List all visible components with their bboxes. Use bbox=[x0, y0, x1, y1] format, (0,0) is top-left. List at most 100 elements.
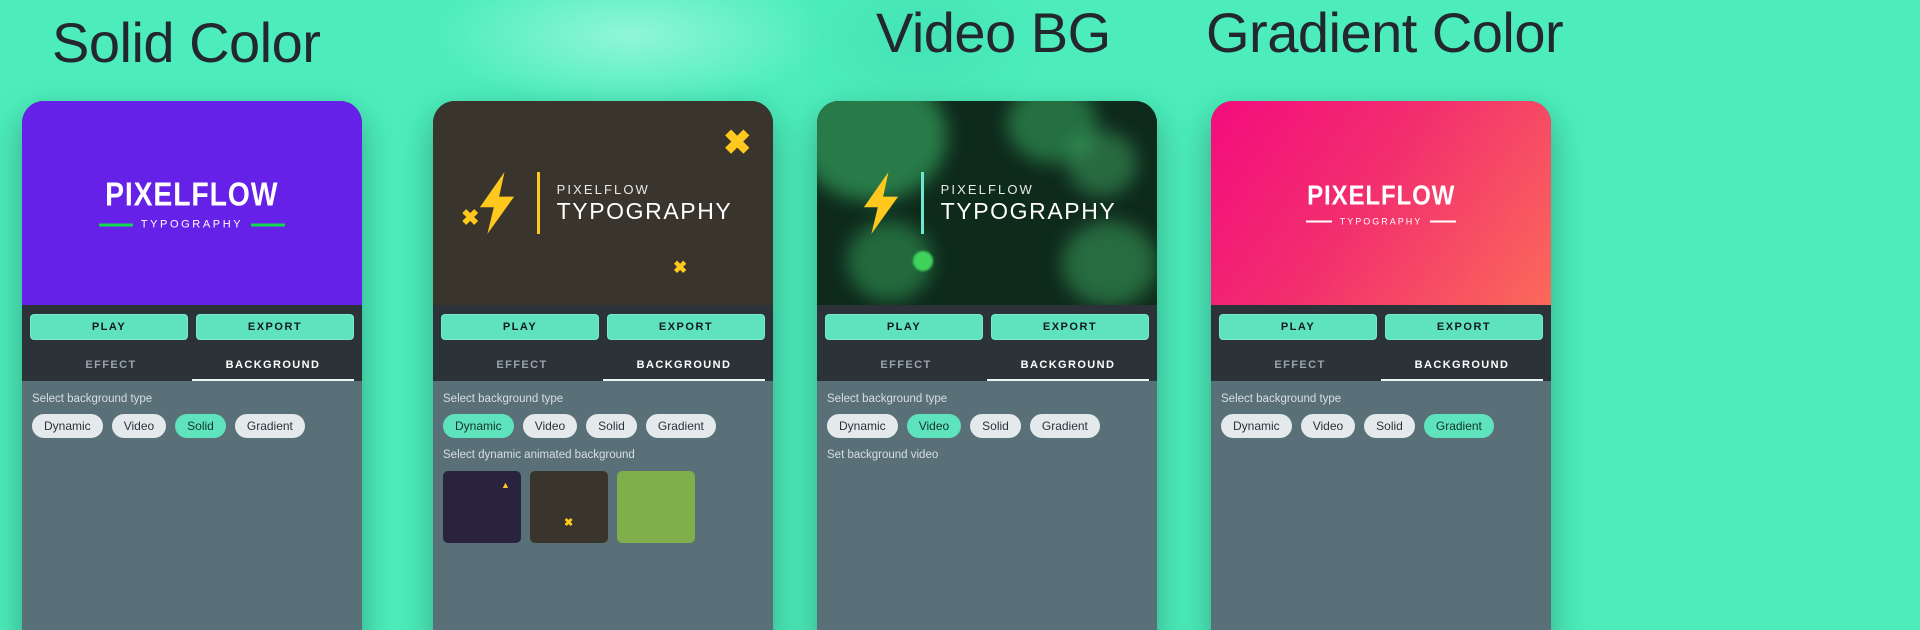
logo-rule-left bbox=[98, 223, 133, 226]
logo-pixelflow: PIXELFLOW TYPOGRAPHY bbox=[1211, 180, 1551, 227]
logo-divider-bar bbox=[920, 172, 924, 234]
background-panel: Select background type Dynamic Video Sol… bbox=[22, 381, 362, 630]
panel-label: Select background type bbox=[443, 393, 564, 405]
chip-gradient[interactable]: Gradient bbox=[1029, 414, 1100, 438]
phone-mockup-video: PIXELFLOW TYPOGRAPHY PLAY EXPORT EFFECT … bbox=[817, 101, 1157, 630]
chip-solid[interactable]: Solid bbox=[175, 414, 226, 438]
sparkle-icon: ✖ bbox=[564, 517, 574, 529]
phone-mockup-solid: PIXELFLOW TYPOGRAPHY PLAY EXPORT EFFECT … bbox=[22, 101, 362, 630]
background-type-chips: Dynamic Video Solid Gradient bbox=[443, 414, 763, 438]
background-type-chips: Dynamic Video Solid Gradient bbox=[32, 414, 352, 438]
logo-subrow: TYPOGRAPHY bbox=[1211, 217, 1551, 227]
sparkle-icon-bottom: ✖ bbox=[673, 258, 688, 277]
logo-text: PIXELFLOW TYPOGRAPHY bbox=[940, 181, 1117, 225]
export-button[interactable]: EXPORT bbox=[607, 314, 765, 340]
logo-pixelflow: PIXELFLOW TYPOGRAPHY bbox=[22, 176, 362, 231]
logo-word: PIXELFLOW bbox=[1306, 179, 1456, 211]
chip-dynamic[interactable]: Dynamic bbox=[827, 414, 898, 438]
preview-canvas-video: PIXELFLOW TYPOGRAPHY bbox=[817, 101, 1157, 305]
lightning-bolt-icon bbox=[863, 172, 898, 234]
chip-dynamic[interactable]: Dynamic bbox=[443, 414, 514, 438]
panel-label: Select background type bbox=[827, 393, 948, 405]
background-type-chips: Dynamic Video Solid Gradient bbox=[1221, 414, 1541, 438]
chip-video[interactable]: Video bbox=[522, 414, 578, 438]
chip-gradient[interactable]: Gradient bbox=[234, 414, 305, 438]
logo-rule-right bbox=[251, 223, 286, 226]
export-button[interactable]: EXPORT bbox=[991, 314, 1149, 340]
tab-effect[interactable]: EFFECT bbox=[30, 350, 192, 381]
tab-effect[interactable]: EFFECT bbox=[441, 350, 603, 381]
tab-background[interactable]: BACKGROUND bbox=[987, 350, 1149, 381]
header-gradient-color: Gradient Color bbox=[1206, 1, 1564, 64]
logo-line1: PIXELFLOW bbox=[556, 181, 650, 197]
logo-line2: TYPOGRAPHY bbox=[556, 198, 733, 225]
chip-solid[interactable]: Solid bbox=[586, 414, 637, 438]
tab-effect[interactable]: EFFECT bbox=[1219, 350, 1381, 381]
panel-label: Select background type bbox=[1221, 393, 1342, 405]
play-button[interactable]: PLAY bbox=[441, 314, 599, 340]
logo-rule-right bbox=[1430, 220, 1457, 223]
logo-line2: TYPOGRAPHY bbox=[940, 198, 1117, 225]
dynamic-background-thumbnails: ▲ ✖ bbox=[443, 471, 763, 543]
control-bar: PLAY EXPORT EFFECT BACKGROUND bbox=[1211, 305, 1551, 381]
header-solid-color: Solid Color bbox=[52, 11, 321, 74]
control-bar: PLAY EXPORT EFFECT BACKGROUND bbox=[817, 305, 1157, 381]
chip-video[interactable]: Video bbox=[111, 414, 167, 438]
thumbnail-item[interactable] bbox=[617, 471, 695, 543]
chip-gradient[interactable]: Gradient bbox=[645, 414, 716, 438]
header-video-bg: Video BG bbox=[876, 1, 1111, 64]
tab-effect[interactable]: EFFECT bbox=[825, 350, 987, 381]
phone-mockup-gradient: PIXELFLOW TYPOGRAPHY PLAY EXPORT EFFECT … bbox=[1211, 101, 1551, 630]
preview-canvas-solid: PIXELFLOW TYPOGRAPHY bbox=[22, 101, 362, 305]
chip-dynamic[interactable]: Dynamic bbox=[32, 414, 103, 438]
panel-label-dynamic: Select dynamic animated background bbox=[443, 449, 635, 461]
logo-rule-left bbox=[1305, 220, 1332, 223]
chip-video[interactable]: Video bbox=[906, 414, 962, 438]
tab-background[interactable]: BACKGROUND bbox=[192, 350, 354, 381]
control-bar: PLAY EXPORT EFFECT BACKGROUND bbox=[433, 305, 773, 381]
tab-background[interactable]: BACKGROUND bbox=[1381, 350, 1543, 381]
preview-canvas-gradient: PIXELFLOW TYPOGRAPHY bbox=[1211, 101, 1551, 305]
action-button-row: PLAY EXPORT bbox=[30, 314, 354, 340]
logo-sub: TYPOGRAPHY bbox=[140, 218, 244, 231]
phone-mockup-dynamic: ✖ ✖ ✖ PIXELFLOW TYPOGRAPHY PLAY EXPORT E… bbox=[433, 101, 773, 630]
logo-pixelflow: PIXELFLOW TYPOGRAPHY bbox=[817, 172, 1157, 234]
logo-word: PIXELFLOW bbox=[105, 175, 279, 213]
action-button-row: PLAY EXPORT bbox=[441, 314, 765, 340]
tab-row: EFFECT BACKGROUND bbox=[825, 350, 1149, 381]
logo-subrow: TYPOGRAPHY bbox=[22, 219, 362, 231]
chip-solid[interactable]: Solid bbox=[970, 414, 1021, 438]
play-button[interactable]: PLAY bbox=[30, 314, 188, 340]
thumbnail-item[interactable]: ✖ bbox=[530, 471, 608, 543]
bokeh-dot bbox=[913, 251, 933, 271]
logo-sub: TYPOGRAPHY bbox=[1339, 216, 1423, 227]
tab-background[interactable]: BACKGROUND bbox=[603, 350, 765, 381]
background-panel: Select background type Dynamic Video Sol… bbox=[1211, 381, 1551, 630]
preview-canvas-dynamic: ✖ ✖ ✖ PIXELFLOW TYPOGRAPHY bbox=[433, 101, 773, 305]
chip-solid[interactable]: Solid bbox=[1364, 414, 1415, 438]
lightning-bolt-icon bbox=[479, 172, 514, 234]
background-panel: Select background type Dynamic Video Sol… bbox=[433, 381, 773, 630]
logo-line1: PIXELFLOW bbox=[940, 181, 1034, 197]
control-bar: PLAY EXPORT EFFECT BACKGROUND bbox=[22, 305, 362, 381]
action-button-row: PLAY EXPORT bbox=[1219, 314, 1543, 340]
export-button[interactable]: EXPORT bbox=[1385, 314, 1543, 340]
thumbnail-item[interactable]: ▲ bbox=[443, 471, 521, 543]
action-button-row: PLAY EXPORT bbox=[825, 314, 1149, 340]
logo-pixelflow: PIXELFLOW TYPOGRAPHY bbox=[433, 172, 773, 234]
panel-label-video: Set background video bbox=[827, 449, 939, 461]
chip-gradient[interactable]: Gradient bbox=[1423, 414, 1494, 438]
logo-divider-bar bbox=[536, 172, 540, 234]
background-panel: Select background type Dynamic Video Sol… bbox=[817, 381, 1157, 630]
tab-row: EFFECT BACKGROUND bbox=[1219, 350, 1543, 381]
chip-dynamic[interactable]: Dynamic bbox=[1221, 414, 1292, 438]
export-button[interactable]: EXPORT bbox=[196, 314, 354, 340]
tab-row: EFFECT BACKGROUND bbox=[441, 350, 765, 381]
sparkle-icon: ▲ bbox=[501, 480, 510, 490]
tab-row: EFFECT BACKGROUND bbox=[30, 350, 354, 381]
play-button[interactable]: PLAY bbox=[1219, 314, 1377, 340]
logo-text: PIXELFLOW TYPOGRAPHY bbox=[556, 181, 733, 225]
play-button[interactable]: PLAY bbox=[825, 314, 983, 340]
background-type-chips: Dynamic Video Solid Gradient bbox=[827, 414, 1147, 438]
chip-video[interactable]: Video bbox=[1300, 414, 1356, 438]
